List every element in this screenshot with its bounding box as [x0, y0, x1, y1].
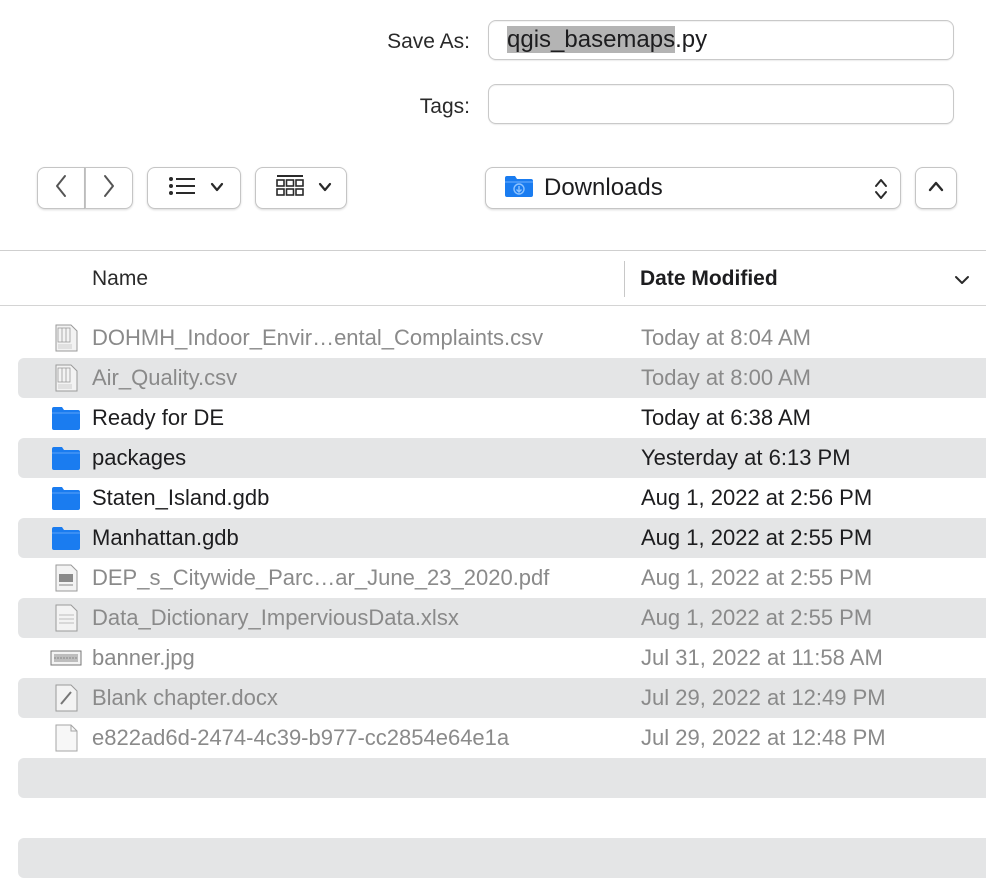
- save-as-field[interactable]: qgis_basemaps.py: [488, 20, 954, 60]
- collapse-button[interactable]: [915, 167, 957, 209]
- file-row[interactable]: banner.jpg Jul 31, 2022 at 11:58 AM: [0, 638, 986, 678]
- file-date-modified: Yesterday at 6:13 PM: [641, 445, 851, 470]
- forward-button[interactable]: [85, 167, 133, 209]
- file-name: banner.jpg: [92, 645, 195, 670]
- file-date-modified: Aug 1, 2022 at 2:55 PM: [641, 525, 873, 550]
- file-name: packages: [92, 445, 187, 470]
- file-name: Staten_Island.gdb: [92, 485, 270, 510]
- file-row[interactable]: DOHMH_Indoor_Envir…ental_Complaints.csv T…: [0, 318, 986, 358]
- file-row[interactable]: Air_Quality.csv Today at 8:00 AM: [0, 358, 986, 398]
- file-row[interactable]: packages Yesterday at 6:13 PM: [0, 438, 986, 478]
- file-name: Air_Quality.csv: [92, 365, 238, 390]
- folder-icon: [50, 404, 82, 432]
- file-date-modified: Jul 29, 2022 at 12:49 PM: [641, 685, 886, 710]
- folder-icon: [50, 444, 82, 472]
- folder-icon: [50, 524, 82, 552]
- spreadsheet-file-icon: [50, 604, 82, 632]
- file-list: DOHMH_Indoor_Envir…ental_Complaints.csv T…: [0, 318, 986, 758]
- file-row[interactable]: Ready for DE Today at 6:38 AM: [0, 398, 986, 438]
- tags-field[interactable]: [488, 84, 954, 124]
- csv-file-icon: [50, 324, 82, 352]
- document-file-icon: [50, 684, 82, 712]
- file-name: e822ad6d-2474-4c39-b977-cc2854e64e1a: [92, 725, 510, 750]
- file-date-modified: Jul 29, 2022 at 12:48 PM: [641, 725, 886, 750]
- file-date-modified: Aug 1, 2022 at 2:55 PM: [641, 565, 873, 590]
- empty-list-row: [18, 758, 986, 798]
- file-date-modified: Today at 8:00 AM: [641, 365, 811, 390]
- grid-icon: [276, 174, 304, 203]
- file-name: Ready for DE: [92, 405, 225, 430]
- file-row[interactable]: Blank chapter.docx Jul 29, 2022 at 12:49 …: [0, 678, 986, 718]
- up-down-chevron-icon: [874, 177, 888, 206]
- file-row[interactable]: Staten_Island.gdb Aug 1, 2022 at 2:56 PM: [0, 478, 986, 518]
- view-mode-button[interactable]: [147, 167, 241, 209]
- empty-list-row: [18, 838, 986, 878]
- location-label: Downloads: [544, 174, 663, 201]
- file-date-modified: Today at 6:38 AM: [641, 405, 811, 430]
- file-date-modified: Today at 8:04 AM: [641, 325, 811, 350]
- chevron-up-icon: [928, 179, 944, 197]
- save-as-label: Save As:: [387, 30, 470, 53]
- file-row[interactable]: DEP_s_Citywide_Parc…ar_June_23_2020.pdf A…: [0, 558, 986, 598]
- toolbar-separator: [0, 250, 986, 251]
- file-row[interactable]: e822ad6d-2474-4c39-b977-cc2854e64e1a Jul …: [0, 718, 986, 758]
- file-row[interactable]: Data_Dictionary_ImperviousData.xlsx Aug 1…: [0, 598, 986, 638]
- file-date-modified: Jul 31, 2022 at 11:58 AM: [641, 645, 883, 670]
- file-date-modified: Aug 1, 2022 at 2:55 PM: [641, 605, 873, 630]
- back-button[interactable]: [37, 167, 85, 209]
- sort-chevron-icon[interactable]: [954, 273, 970, 291]
- column-date-header[interactable]: Date Modified: [640, 253, 778, 305]
- file-name: Data_Dictionary_ImperviousData.xlsx: [92, 605, 459, 630]
- file-row[interactable]: Manhattan.gdb Aug 1, 2022 at 2:55 PM: [0, 518, 986, 558]
- chevron-down-icon: [318, 179, 332, 197]
- blank-file-icon: [50, 724, 82, 752]
- pdf-file-icon: [50, 564, 82, 592]
- file-date-modified: Aug 1, 2022 at 2:56 PM: [641, 485, 873, 510]
- filename-extension: .py: [675, 26, 708, 53]
- column-name-header[interactable]: Name: [92, 253, 148, 305]
- tags-label: Tags:: [419, 95, 470, 118]
- file-name: Manhattan.gdb: [92, 525, 239, 550]
- image-file-icon: [50, 644, 82, 672]
- group-button[interactable]: [255, 167, 347, 209]
- column-header: Name Date Modified: [0, 253, 986, 306]
- file-name: DEP_s_Citywide_Parc…ar_June_23_2020.pdf: [92, 565, 550, 590]
- folder-icon: [504, 174, 534, 203]
- location-popup[interactable]: Downloads: [485, 167, 901, 209]
- filename-selected-text: qgis_basemaps: [507, 26, 676, 53]
- chevron-down-icon: [210, 179, 224, 197]
- file-name: DOHMH_Indoor_Envir…ental_Complaints.csv: [92, 325, 544, 350]
- chevron-left-icon: [54, 174, 68, 203]
- csv-file-icon: [50, 364, 82, 392]
- file-name: Blank chapter.docx: [92, 685, 278, 710]
- list-icon: [168, 176, 196, 201]
- chevron-right-icon: [102, 174, 116, 203]
- column-divider[interactable]: [624, 261, 625, 297]
- folder-icon: [50, 484, 82, 512]
